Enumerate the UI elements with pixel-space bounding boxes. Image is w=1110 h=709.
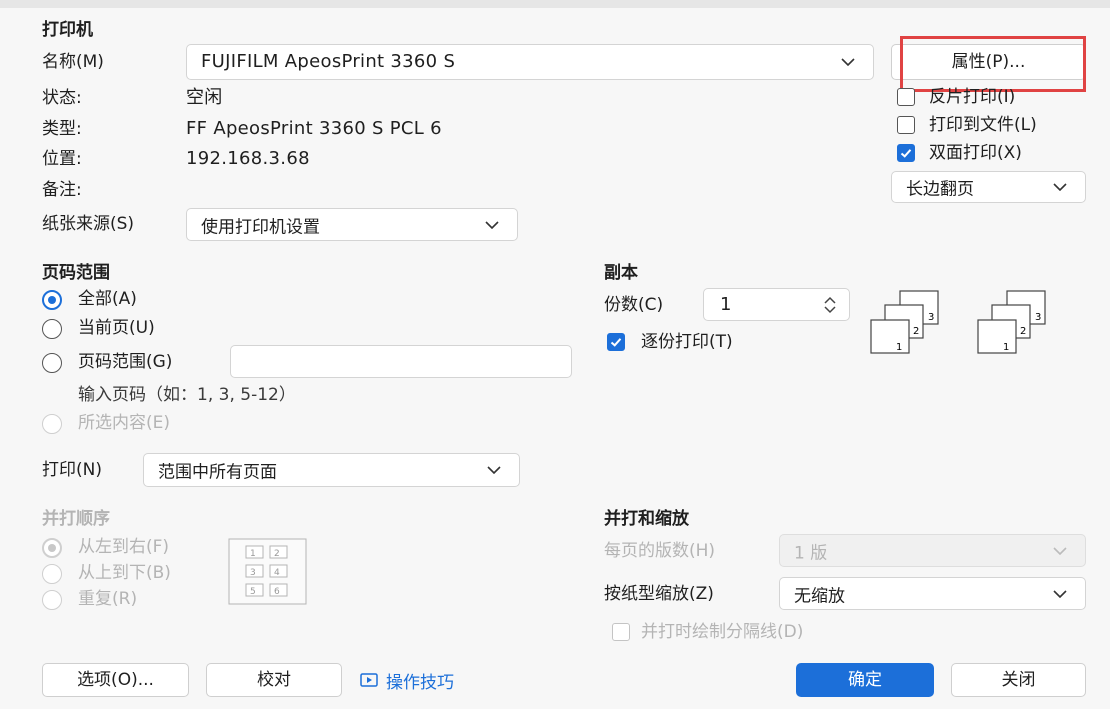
checkmark-icon xyxy=(900,149,912,158)
order-repeat-radio[interactable] xyxy=(42,590,62,610)
location-label: 位置: xyxy=(42,149,82,169)
status-label: 状态: xyxy=(42,88,82,108)
collate-stack-number: 3 xyxy=(1035,312,1041,323)
copies-count-spinner[interactable]: 1 xyxy=(703,288,850,321)
printer-name-select[interactable]: FUJIFILM ApeosPrint 3360 S xyxy=(186,44,874,80)
page-range-custom-label: 页码范围(G) xyxy=(78,352,173,372)
paper-source-label: 纸张来源(S) xyxy=(42,214,135,234)
chevron-down-icon xyxy=(1053,546,1067,555)
comment-label: 备注: xyxy=(42,180,82,200)
page-range-section-title: 页码范围 xyxy=(42,263,110,283)
collate-stack-number: 2 xyxy=(1020,326,1026,337)
ok-button[interactable]: 确定 xyxy=(796,663,934,697)
page-range-input[interactable] xyxy=(230,345,572,378)
print-to-file-checkbox[interactable] xyxy=(897,116,915,134)
collate-checkbox[interactable] xyxy=(607,333,625,351)
order-section-title: 并打顺序 xyxy=(42,509,110,529)
separator-lines-checkbox[interactable] xyxy=(612,623,630,641)
reverse-print-checkbox[interactable] xyxy=(897,88,915,106)
pages-per-sheet-value: 1 版 xyxy=(794,543,828,563)
spinner-arrows-icon[interactable] xyxy=(823,295,837,315)
checkmark-icon xyxy=(610,338,622,347)
tips-link-label: 操作技巧 xyxy=(386,672,454,693)
print-scope-label: 打印(N) xyxy=(42,460,102,480)
pages-per-sheet-select[interactable]: 1 版 xyxy=(779,534,1086,567)
duplex-mode-value: 长边翻页 xyxy=(906,179,974,200)
grid-number: 3 xyxy=(250,568,256,578)
chevron-down-icon xyxy=(841,58,855,66)
page-range-all-radio[interactable] xyxy=(42,290,62,310)
collate-stack-number: 1 xyxy=(1003,342,1009,353)
proof-button[interactable]: 校对 xyxy=(206,663,342,697)
order-left-to-right-radio[interactable] xyxy=(42,538,62,558)
location-value: 192.168.3.68 xyxy=(186,148,310,169)
collate-stack-icon: 3 2 1 xyxy=(870,290,939,354)
print-to-file-label: 打印到文件(L) xyxy=(929,115,1037,135)
reverse-print-label: 反片打印(I) xyxy=(929,87,1016,107)
collate-stack-number: 3 xyxy=(928,312,934,323)
status-value: 空闲 xyxy=(186,87,223,108)
page-range-selection-label: 所选内容(E) xyxy=(78,413,171,433)
scale-to-paper-value: 无缩放 xyxy=(794,586,845,606)
grid-number: 1 xyxy=(250,549,256,559)
page-range-custom-radio[interactable] xyxy=(42,353,62,373)
scaling-section-title: 并打和缩放 xyxy=(604,509,689,529)
duplex-label: 双面打印(X) xyxy=(929,143,1022,163)
copies-count-label: 份数(C) xyxy=(604,295,664,315)
print-dialog: 打印机 名称(M) FUJIFILM ApeosPrint 3360 S 属性(… xyxy=(0,8,1110,709)
page-order-grid-icon: 1 2 3 4 5 6 xyxy=(228,538,307,605)
order-left-to-right-label: 从左到右(F) xyxy=(78,537,170,557)
duplex-checkbox[interactable] xyxy=(897,144,915,162)
collate-stack-number: 2 xyxy=(913,326,919,337)
page-range-selection-radio[interactable] xyxy=(42,414,62,434)
tips-link[interactable]: 操作技巧 xyxy=(360,668,454,693)
play-video-icon xyxy=(360,673,378,687)
page-range-current-radio[interactable] xyxy=(42,319,62,339)
page-range-current-label: 当前页(U) xyxy=(78,318,155,338)
scale-to-paper-select[interactable]: 无缩放 xyxy=(779,577,1086,610)
page-range-hint: 输入页码（如：1, 3, 5-12） xyxy=(78,385,296,405)
printer-section-title: 打印机 xyxy=(42,20,93,40)
printer-name-value: FUJIFILM ApeosPrint 3360 S xyxy=(201,51,456,72)
copies-count-value: 1 xyxy=(720,294,732,315)
chevron-down-icon xyxy=(1053,589,1067,598)
collate-label: 逐份打印(T) xyxy=(641,332,733,352)
separator-lines-label: 并打时绘制分隔线(D) xyxy=(641,622,804,642)
grid-number: 4 xyxy=(274,568,280,578)
grid-number: 5 xyxy=(250,587,256,597)
pages-per-sheet-label: 每页的版数(H) xyxy=(604,541,716,561)
grid-number: 6 xyxy=(274,587,280,597)
order-top-to-bottom-radio[interactable] xyxy=(42,564,62,584)
duplex-mode-select[interactable]: 长边翻页 xyxy=(891,171,1086,203)
type-value: FF ApeosPrint 3360 S PCL 6 xyxy=(186,118,442,139)
grid-number: 2 xyxy=(274,549,280,559)
paper-source-select[interactable]: 使用打印机设置 xyxy=(186,208,518,241)
order-repeat-label: 重复(R) xyxy=(78,589,138,609)
chevron-down-icon xyxy=(485,220,499,229)
printer-name-label: 名称(M) xyxy=(42,52,104,72)
print-scope-value: 范围中所有页面 xyxy=(158,462,277,483)
scale-to-paper-label: 按纸型缩放(Z) xyxy=(604,584,714,604)
properties-highlight-box xyxy=(900,36,1086,92)
print-scope-select[interactable]: 范围中所有页面 xyxy=(143,453,520,487)
copies-section-title: 副本 xyxy=(604,263,638,283)
chevron-down-icon xyxy=(487,466,501,474)
close-button[interactable]: 关闭 xyxy=(951,663,1086,697)
paper-source-value: 使用打印机设置 xyxy=(201,217,320,237)
order-top-to-bottom-label: 从上到下(B) xyxy=(78,563,171,583)
page-range-all-label: 全部(A) xyxy=(78,289,137,309)
collate-stack-icon: 3 2 1 xyxy=(977,290,1046,354)
type-label: 类型: xyxy=(42,119,82,139)
chevron-down-icon xyxy=(1053,183,1067,191)
collate-stack-number: 1 xyxy=(896,342,902,353)
options-button[interactable]: 选项(O)... xyxy=(42,663,189,697)
